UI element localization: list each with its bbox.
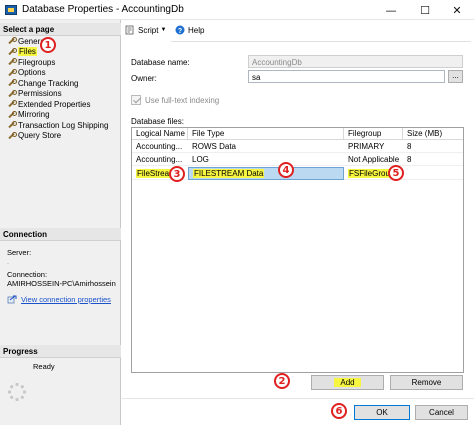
logical-name-cell[interactable]: Accounting... <box>132 154 188 166</box>
select-page-header: Select a page <box>0 23 121 36</box>
size-cell[interactable]: 8 <box>403 154 463 166</box>
file-type-value: FILESTREAM Data <box>193 169 265 178</box>
fulltext-indexing-label: Use full-text indexing <box>145 96 220 105</box>
wrench-icon <box>7 100 17 108</box>
annotation-marker: 6 <box>331 403 347 419</box>
size-cell[interactable]: 8 <box>403 141 463 153</box>
help-button[interactable]: ? Help <box>175 25 204 35</box>
progress-header: Progress <box>0 345 121 358</box>
page-item-label: Options <box>18 68 46 78</box>
svg-text:?: ? <box>178 28 182 35</box>
fulltext-indexing-checkbox <box>131 95 141 105</box>
help-label: Help <box>188 25 205 35</box>
script-label: Script <box>138 25 159 35</box>
progress-spinner-icon <box>7 382 27 402</box>
page-item-extended-properties[interactable]: Extended Properties <box>7 99 91 110</box>
annotation-marker: 4 <box>278 162 294 178</box>
help-icon: ? <box>175 25 185 35</box>
script-button[interactable]: Script ▼ <box>125 25 166 35</box>
wrench-icon <box>7 47 17 56</box>
file-type-cell[interactable]: LOG <box>188 154 344 166</box>
database-properties-app-icon <box>5 5 17 15</box>
footer-separator <box>122 398 474 399</box>
database-name-field: AccountingDb <box>248 55 463 68</box>
page-item-label: Filegroups <box>18 57 56 67</box>
wrench-icon <box>7 37 17 45</box>
database-files-label: Database files: <box>131 117 184 126</box>
script-icon <box>125 25 134 35</box>
wrench-icon <box>7 110 17 119</box>
cancel-button[interactable]: Cancel <box>415 405 468 420</box>
column-header-file-type[interactable]: File Type <box>188 128 344 140</box>
add-button[interactable]: Add <box>311 375 384 390</box>
progress-status: Ready <box>33 362 55 371</box>
annotation-marker: 3 <box>169 166 185 182</box>
connection-label: Connection: <box>7 270 48 279</box>
left-pane: Select a page General Files Filegroups O… <box>0 20 121 425</box>
file-type-cell[interactable]: ROWS Data <box>188 141 344 153</box>
server-label: Server: <box>7 248 32 257</box>
server-value: . <box>7 257 10 266</box>
window-title: Database Properties - AccountingDb <box>22 4 184 15</box>
page-item-label: Change Tracking <box>18 78 79 88</box>
column-header-size[interactable]: Size (MB) <box>403 128 463 140</box>
database-files-grid: Logical Name File Type Filegroup Size (M… <box>131 127 464 373</box>
view-connection-properties-link[interactable]: View connection properties <box>21 295 111 304</box>
page-item-mirroring[interactable]: Mirroring <box>7 110 50 121</box>
page-item-label: Permissions <box>18 89 62 99</box>
annotation-marker: 1 <box>40 37 56 53</box>
add-button-label: Add <box>334 378 361 387</box>
maximize-button[interactable]: ☐ <box>408 0 442 20</box>
wrench-icon <box>7 121 17 129</box>
connection-header: Connection <box>0 228 121 241</box>
browse-owner-button[interactable]: ... <box>448 70 463 83</box>
database-name-label: Database name: <box>131 58 190 67</box>
column-header-logical-name[interactable]: Logical Name <box>132 128 188 140</box>
filegroup-cell[interactable]: PRIMARY <box>344 141 403 153</box>
connection-value: AMIRHOSSEIN-PC\Amirhossein <box>7 279 116 288</box>
ok-button[interactable]: OK <box>354 405 410 420</box>
toolbar-separator <box>171 41 471 42</box>
page-item-label: Transaction Log Shipping <box>18 120 109 130</box>
wrench-icon <box>7 131 17 140</box>
page-item-transaction-log-shipping[interactable]: Transaction Log Shipping <box>7 120 108 131</box>
chevron-down-icon: ▼ <box>160 27 167 33</box>
connection-properties-icon <box>7 295 17 304</box>
file-type-dropdown[interactable]: FILESTREAM Data <box>188 167 344 180</box>
close-button[interactable]: ✕ <box>440 0 474 20</box>
wrench-icon <box>7 58 17 66</box>
wrench-icon <box>7 89 17 98</box>
column-header-filegroup[interactable]: Filegroup <box>344 128 403 140</box>
toolbar: Script ▼ ? Help <box>123 25 473 39</box>
page-item-label: Mirroring <box>18 110 50 120</box>
page-item-filegroups[interactable]: Filegroups <box>7 57 55 68</box>
page-item-label: Query Store <box>18 131 62 141</box>
size-cell[interactable] <box>403 167 463 180</box>
page-item-query-store[interactable]: Query Store <box>7 131 61 142</box>
page-item-options[interactable]: Options <box>7 68 46 79</box>
page-item-permissions[interactable]: Permissions <box>7 89 62 100</box>
page-item-label: Files <box>18 47 37 57</box>
wrench-icon <box>7 79 17 87</box>
minimize-button[interactable]: — <box>374 0 408 20</box>
wrench-icon <box>7 68 17 77</box>
owner-label: Owner: <box>131 74 157 83</box>
page-item-label: Extended Properties <box>18 99 91 109</box>
page-item-files[interactable]: Files <box>7 47 37 58</box>
page-item-change-tracking[interactable]: Change Tracking <box>7 78 78 89</box>
owner-field[interactable]: sa <box>248 70 445 83</box>
annotation-marker: 5 <box>388 165 404 181</box>
annotation-marker: 2 <box>274 373 290 389</box>
logical-name-cell[interactable]: Accounting... <box>132 141 188 153</box>
remove-button[interactable]: Remove <box>390 375 463 390</box>
